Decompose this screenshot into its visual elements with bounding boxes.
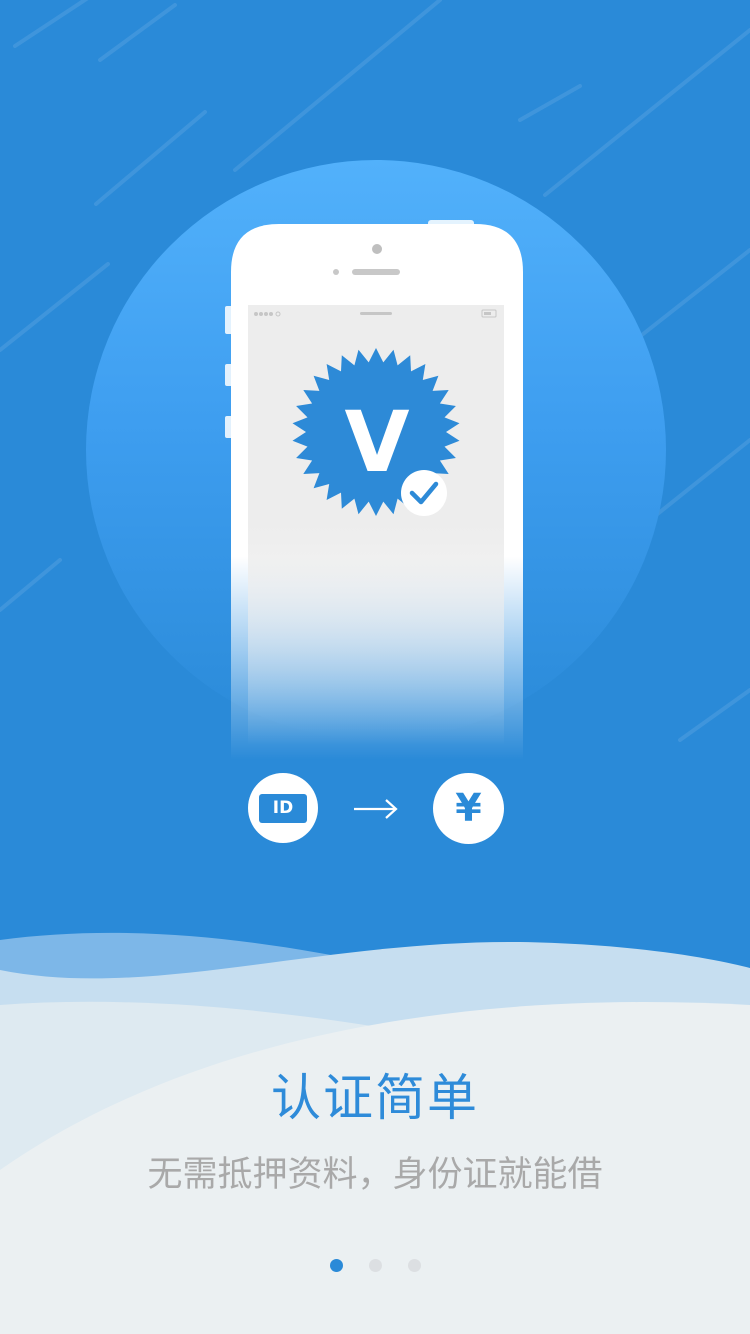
checkmark-icon bbox=[401, 470, 447, 516]
phone-sensor bbox=[333, 269, 339, 275]
phone-camera bbox=[372, 244, 382, 254]
badge-letter: V bbox=[344, 393, 409, 491]
auth-flow-illustration: ID ¥ bbox=[0, 773, 750, 845]
onboarding-screen: V ID ¥ 认证简单 无需抵押资料，身份证就能借 bbox=[0, 0, 750, 1334]
phone-illustration: V bbox=[86, 160, 666, 760]
page-dot-3[interactable] bbox=[407, 1259, 421, 1272]
yen-symbol: ¥ bbox=[455, 786, 482, 830]
phone-speaker bbox=[352, 269, 400, 275]
page-title: 认证简单 bbox=[271, 1069, 479, 1127]
id-card-label: ID bbox=[259, 794, 307, 823]
id-card-icon: ID bbox=[248, 773, 318, 843]
right-arrow-icon bbox=[354, 799, 398, 819]
page-indicator bbox=[0, 1259, 750, 1273]
page-dot-1[interactable] bbox=[329, 1259, 343, 1272]
status-bar-time-placeholder bbox=[360, 312, 392, 315]
page-dot-2[interactable] bbox=[368, 1259, 382, 1272]
page-subtitle: 无需抵押资料，身份证就能借 bbox=[147, 1155, 603, 1195]
yen-money-icon: ¥ bbox=[433, 773, 504, 844]
